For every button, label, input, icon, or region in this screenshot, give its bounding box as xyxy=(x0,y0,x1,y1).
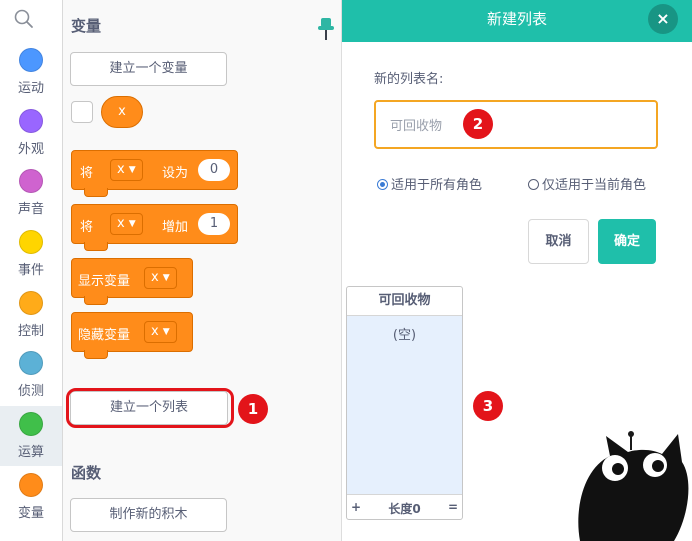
radio-unselected-icon xyxy=(528,179,539,190)
block-text: 将 xyxy=(80,166,94,181)
radio-selected-icon xyxy=(377,179,388,190)
block-text: 显示变量 xyxy=(78,274,131,289)
category-label: 运算 xyxy=(17,445,44,460)
category-label: 运动 xyxy=(17,81,44,96)
category-label: 变量 xyxy=(17,506,44,521)
category-variables-dot-icon xyxy=(19,473,43,497)
cancel-button[interactable]: 取消 xyxy=(528,219,589,264)
dialog-title: 新建列表 xyxy=(486,10,547,28)
list-name-input[interactable] xyxy=(374,100,658,149)
pin-icon[interactable] xyxy=(316,16,336,42)
list-monitor-footer: + 长度0 = xyxy=(347,494,462,520)
dropdown-caret-icon: ▼ xyxy=(128,165,136,175)
block-notch xyxy=(84,188,108,197)
dropdown-caret-icon: ▼ xyxy=(128,219,136,229)
make-block-button[interactable]: 制作新的积木 xyxy=(70,498,227,532)
list-monitor-body: (空) xyxy=(347,316,462,494)
resize-handle[interactable]: = xyxy=(448,500,458,514)
ok-button[interactable]: 确定 xyxy=(598,219,656,264)
category-sound-dot-icon xyxy=(19,169,43,193)
category-label: 事件 xyxy=(17,263,44,278)
variable-checkbox[interactable] xyxy=(71,101,93,123)
value-input[interactable]: 0 xyxy=(198,159,230,181)
make-variable-button[interactable]: 建立一个变量 xyxy=(70,52,227,86)
block-text: 将 xyxy=(80,220,94,235)
step-badge-1: 1 xyxy=(238,394,268,424)
category-events[interactable]: 事件 xyxy=(0,230,62,290)
set-variable-block[interactable]: 将 x ▼ 设为 0 xyxy=(71,150,238,197)
category-variables[interactable]: 变量 xyxy=(0,473,62,533)
dropdown-value: x xyxy=(151,270,159,285)
block-notch xyxy=(84,296,108,305)
list-name-label: 新的列表名: xyxy=(374,72,444,87)
dropdown-value: x xyxy=(151,324,159,339)
list-monitor-title: 可回收物 xyxy=(347,287,462,316)
variable-dropdown[interactable]: x ▼ xyxy=(144,321,177,343)
cat-sprite-icon[interactable] xyxy=(570,428,692,541)
value-input[interactable]: 1 xyxy=(198,213,230,235)
category-sensing[interactable]: 侦测 xyxy=(0,351,62,411)
variable-dropdown[interactable]: x ▼ xyxy=(144,267,177,289)
list-monitor[interactable]: 可回收物 (空) + 长度0 = xyxy=(346,286,463,520)
block-notch xyxy=(84,350,108,359)
category-sensing-dot-icon xyxy=(19,351,43,375)
category-events-dot-icon xyxy=(19,230,43,254)
category-motion[interactable]: 运动 xyxy=(0,48,62,108)
block-text: 设为 xyxy=(162,166,189,181)
highlight-outline xyxy=(66,388,234,428)
step-badge-2: 2 xyxy=(463,109,493,139)
close-icon[interactable]: × xyxy=(648,4,678,34)
category-control[interactable]: 控制 xyxy=(0,291,62,351)
category-sidebar: 运动 外观 声音 事件 控制 侦测 运算 变量 xyxy=(0,0,63,541)
functions-section-title: 函数 xyxy=(71,464,102,482)
block-text: 增加 xyxy=(162,220,189,235)
blocks-palette: 变量 建立一个变量 x 将 x ▼ 设为 0 将 x ▼ 增加 1 显示变量 x ▼ … xyxy=(63,0,342,541)
variable-dropdown[interactable]: x ▼ xyxy=(110,213,143,235)
category-operators-dot-icon xyxy=(19,412,43,436)
list-length: 长度0 xyxy=(388,502,421,516)
variables-section-title: 变量 xyxy=(71,17,102,35)
dropdown-value: x xyxy=(117,216,125,231)
category-motion-dot-icon xyxy=(19,48,43,72)
category-looks[interactable]: 外观 xyxy=(0,109,62,169)
radio-label: 适用于所有角色 xyxy=(391,178,483,193)
radio-all-sprites[interactable]: 适用于所有角色 xyxy=(377,174,482,193)
change-variable-block[interactable]: 将 x ▼ 增加 1 xyxy=(71,204,238,251)
block-notch xyxy=(84,242,108,251)
search-icon[interactable] xyxy=(13,8,41,36)
hide-variable-block[interactable]: 隐藏变量 x ▼ xyxy=(71,312,193,359)
dropdown-caret-icon: ▼ xyxy=(162,327,170,337)
block-text: 隐藏变量 xyxy=(78,328,131,343)
radio-this-sprite[interactable]: 仅适用于当前角色 xyxy=(528,174,646,193)
category-label: 控制 xyxy=(17,324,44,339)
list-empty-text: (空) xyxy=(392,328,417,343)
show-variable-block[interactable]: 显示变量 x ▼ xyxy=(71,258,193,305)
category-label: 外观 xyxy=(17,142,44,157)
category-sound[interactable]: 声音 xyxy=(0,169,62,229)
category-control-dot-icon xyxy=(19,291,43,315)
category-looks-dot-icon xyxy=(19,109,43,133)
dialog-header: 新建列表 xyxy=(342,0,692,42)
dropdown-value: x xyxy=(117,162,125,177)
variable-reporter-x[interactable]: x xyxy=(101,96,143,128)
category-operators[interactable]: 运算 xyxy=(0,406,62,466)
category-label: 侦测 xyxy=(17,384,44,399)
dropdown-caret-icon: ▼ xyxy=(162,273,170,283)
variable-dropdown[interactable]: x ▼ xyxy=(110,159,143,181)
category-label: 声音 xyxy=(17,202,44,217)
radio-label: 仅适用于当前角色 xyxy=(542,178,647,193)
step-badge-3: 3 xyxy=(473,391,503,421)
